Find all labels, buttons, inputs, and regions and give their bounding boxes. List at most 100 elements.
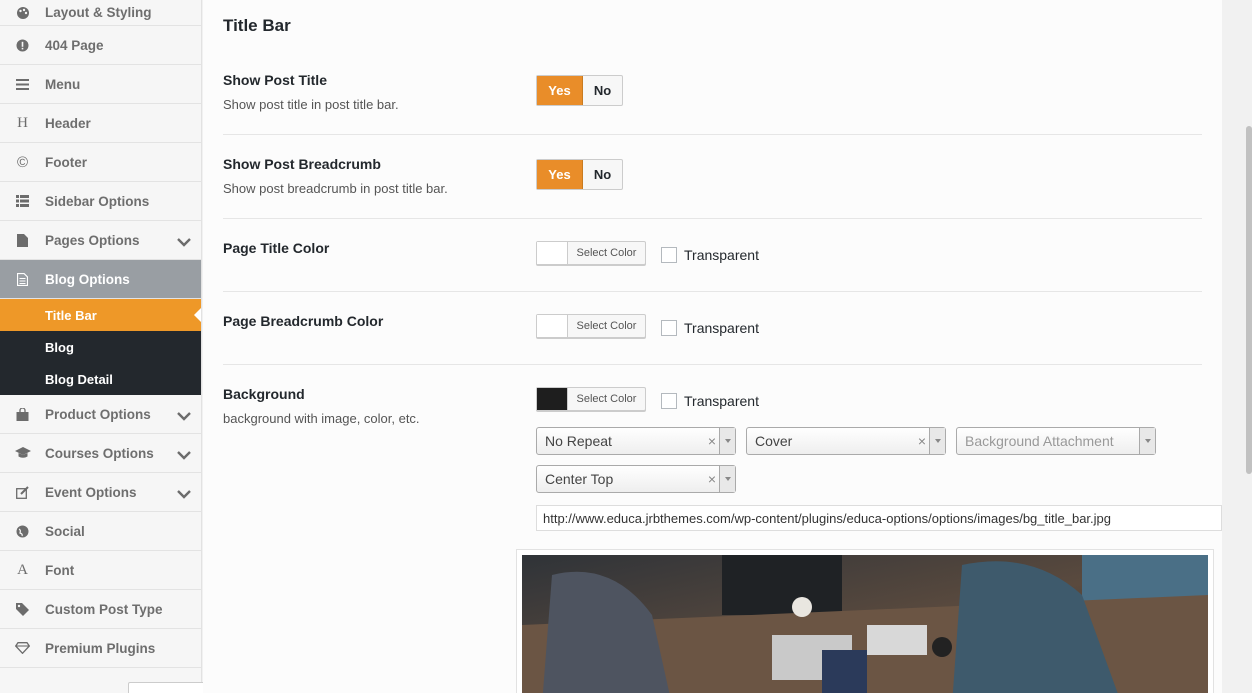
toggle-yes-button[interactable]: Yes — [537, 76, 583, 105]
sidebar-item-custom-post-type[interactable]: Custom Post Type — [0, 590, 201, 629]
sidebar-item-label: Sidebar Options — [45, 193, 150, 209]
color-swatch[interactable] — [537, 242, 568, 264]
color-picker[interactable]: Select Color — [536, 241, 646, 265]
vertical-scrollbar[interactable] — [1246, 126, 1252, 474]
chevron-down-icon[interactable] — [177, 234, 191, 252]
checkbox-label: Transparent — [684, 393, 759, 409]
checkbox-box[interactable] — [661, 247, 677, 263]
background-position-select[interactable]: Center Top × — [536, 465, 736, 493]
option-page-breadcrumb-color: Page Breadcrumb Color Select Color Trans… — [223, 311, 1202, 365]
option-title: Show Post Title — [223, 72, 327, 88]
menu-icon — [0, 78, 45, 90]
option-description: Show post title in post title bar. — [223, 97, 399, 112]
document-icon — [0, 272, 45, 286]
sidebar-item-label: Header — [45, 115, 91, 131]
page-title: Title Bar — [223, 16, 291, 35]
sidebar-item-blog-options[interactable]: Blog Options — [0, 260, 201, 299]
submenu-item-blog[interactable]: Blog — [0, 331, 201, 363]
toggle-no-button[interactable]: No — [583, 76, 622, 105]
option-title: Background — [223, 386, 305, 402]
chevron-down-icon[interactable] — [177, 447, 191, 465]
blog-submenu: Title Bar Blog Blog Detail — [0, 299, 201, 395]
sidebar-item-label: Footer — [45, 154, 87, 170]
checkbox-box[interactable] — [661, 393, 677, 409]
sidebar-item-menu[interactable]: Menu — [0, 65, 201, 104]
sidebar-item-label: Premium Plugins — [45, 640, 156, 656]
exclamation-icon — [0, 39, 45, 52]
transparent-checkbox[interactable]: Transparent — [661, 393, 759, 409]
chevron-down-icon[interactable] — [719, 428, 735, 454]
globe-icon — [0, 525, 45, 538]
chevron-down-icon[interactable] — [719, 466, 735, 492]
checkbox-label: Transparent — [684, 320, 759, 336]
toggle-no-button[interactable]: No — [583, 160, 622, 189]
checkbox-box[interactable] — [661, 320, 677, 336]
background-image-url-field[interactable]: http://www.educa.jrbthemes.com/wp-conten… — [536, 505, 1222, 531]
sidebar-item-label: Product Options — [45, 406, 151, 422]
transparent-checkbox[interactable]: Transparent — [661, 247, 759, 263]
sidebar-item-social[interactable]: Social — [0, 512, 201, 551]
background-image-preview — [516, 549, 1214, 693]
option-show-post-title: Show Post Title Show post title in post … — [223, 70, 1202, 135]
option-title: Page Breadcrumb Color — [223, 313, 384, 329]
list-icon — [0, 195, 45, 207]
chevron-down-icon[interactable] — [177, 408, 191, 426]
main-panel: Title Bar Show Post Title Show post titl… — [203, 0, 1222, 693]
select-color-button[interactable]: Select Color — [568, 242, 645, 264]
sidebar-item-404-page[interactable]: 404 Page — [0, 26, 201, 65]
sidebar-item-label: Menu — [45, 76, 81, 92]
transparent-checkbox[interactable]: Transparent — [661, 320, 759, 336]
select-color-button[interactable]: Select Color — [568, 315, 645, 337]
sidebar: Layout & Styling 404 Page Menu H Header … — [0, 0, 298, 693]
sidebar-item-product-options[interactable]: Product Options — [0, 395, 201, 434]
select-value: Center Top — [545, 471, 614, 487]
font-icon: A — [17, 561, 28, 578]
toggle-yes-button[interactable]: Yes — [537, 160, 583, 189]
background-repeat-select[interactable]: No Repeat × — [536, 427, 736, 455]
option-title: Page Title Color — [223, 240, 330, 256]
sidebar-item-label: Event Options — [45, 484, 137, 500]
color-swatch[interactable] — [537, 315, 568, 337]
select-value: No Repeat — [545, 433, 612, 449]
submenu-item-blog-detail[interactable]: Blog Detail — [0, 363, 201, 395]
chevron-down-icon[interactable] — [929, 428, 945, 454]
sidebar-item-header[interactable]: H Header — [0, 104, 201, 143]
edit-icon — [0, 485, 45, 499]
clear-icon[interactable]: × — [915, 433, 929, 449]
select-placeholder: Background Attachment — [965, 433, 1114, 449]
palette-icon — [0, 6, 45, 20]
background-attachment-select[interactable]: Background Attachment — [956, 427, 1156, 455]
clear-icon[interactable]: × — [705, 433, 719, 449]
sidebar-item-label: 404 Page — [45, 37, 104, 53]
sidebar-item-footer[interactable]: © Footer — [0, 143, 201, 182]
sidebar-item-premium-plugins[interactable]: Premium Plugins — [0, 629, 201, 668]
color-picker[interactable]: Select Color — [536, 314, 646, 338]
background-size-select[interactable]: Cover × — [746, 427, 946, 455]
sidebar-item-font[interactable]: A Font — [0, 551, 201, 590]
select-color-button[interactable]: Select Color — [568, 388, 645, 410]
sidebar-item-event-options[interactable]: Event Options — [0, 473, 201, 512]
copyright-icon: © — [16, 153, 29, 171]
chevron-down-icon[interactable] — [177, 486, 191, 504]
header-icon: H — [17, 114, 28, 131]
sidebar-item-label: Custom Post Type — [45, 601, 163, 617]
yes-no-toggle[interactable]: Yes No — [536, 159, 623, 190]
sidebar-item-courses-options[interactable]: Courses Options — [0, 434, 201, 473]
sidebar-item-label: Pages Options — [45, 232, 140, 248]
chevron-down-icon[interactable] — [1139, 428, 1155, 454]
sidebar-item-label: Font — [45, 562, 75, 578]
option-page-title-color: Page Title Color Select Color Transparen… — [223, 238, 1202, 292]
checkbox-label: Transparent — [684, 247, 759, 263]
sidebar-item-label: Social — [45, 523, 85, 539]
color-swatch[interactable] — [537, 388, 568, 410]
sidebar-item-layout-styling[interactable]: Layout & Styling — [0, 0, 201, 26]
yes-no-toggle[interactable]: Yes No — [536, 75, 623, 106]
option-title: Show Post Breadcrumb — [223, 156, 381, 172]
clear-icon[interactable]: × — [705, 471, 719, 487]
submenu-item-title-bar[interactable]: Title Bar — [0, 299, 201, 331]
color-picker[interactable]: Select Color — [536, 387, 646, 411]
sidebar-item-pages-options[interactable]: Pages Options — [0, 221, 201, 260]
select-value: Cover — [755, 433, 793, 449]
sidebar-item-sidebar-options[interactable]: Sidebar Options — [0, 182, 201, 221]
graduation-cap-icon — [0, 447, 45, 459]
